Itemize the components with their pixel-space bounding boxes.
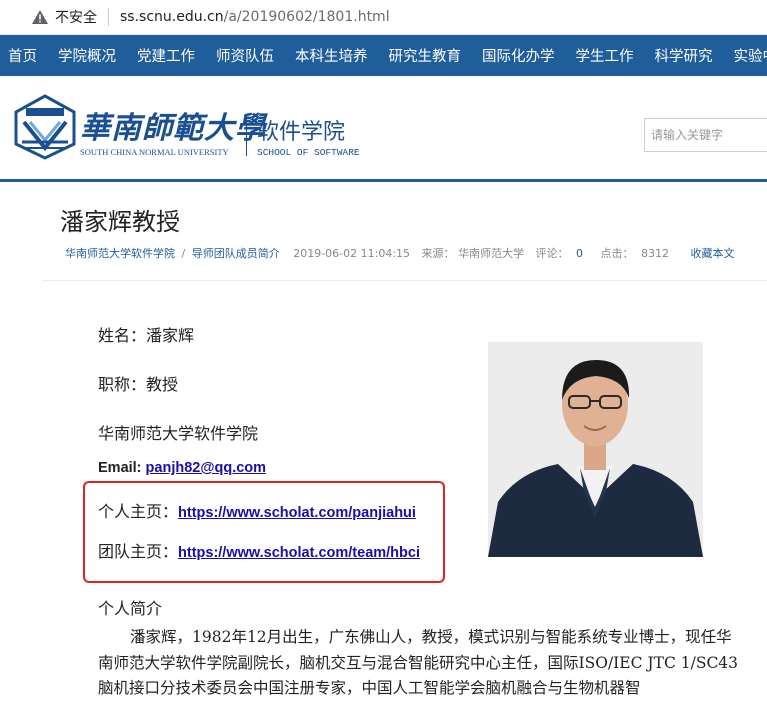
main-nav: 首页 学院概况 党建工作 师资队伍 本科生培养 研究生教育 国际化办学 学生工作… — [0, 35, 767, 76]
address-divider — [108, 8, 109, 26]
nav-item-about[interactable]: 学院概况 — [58, 45, 116, 66]
title-divider — [42, 280, 767, 281]
breadcrumb-school[interactable]: 华南师范大学软件学院 — [65, 247, 175, 260]
highlight-box — [83, 481, 445, 583]
bio-text: 潘家辉，1982年12月出生，广东佛山人，教授，模式识别与智能系统专业博士，现任… — [98, 628, 739, 697]
university-emblem-icon[interactable] — [12, 92, 78, 164]
warning-icon[interactable] — [31, 9, 49, 25]
nav-item-party[interactable]: 党建工作 — [137, 45, 195, 66]
comments-count[interactable]: 0 — [576, 247, 583, 260]
nav-item-graduate[interactable]: 研究生教育 — [389, 45, 462, 66]
nav-item-lab[interactable]: 实验中 — [734, 45, 767, 66]
article-meta: 华南师范大学软件学院 / 导师团队成员简介 2019-06-02 11:04:1… — [65, 245, 735, 261]
page-title: 潘家辉教授 — [60, 208, 180, 236]
affiliation-line: 华南师范大学软件学院 — [98, 424, 259, 443]
school-name-en: SCHOOL OF SOFTWARE — [257, 147, 360, 158]
clicks-count: 8312 — [641, 247, 670, 260]
address-bar[interactable]: 不安全 ss.scnu.edu.cn/a/20190602/1801.html — [0, 0, 767, 35]
bio-heading: 个人简介 — [98, 599, 163, 618]
url-text[interactable]: ss.scnu.edu.cn/a/20190602/1801.html — [120, 9, 390, 25]
profile-photo — [488, 342, 703, 557]
article-datetime: 2019-06-02 11:04:15 — [293, 247, 411, 260]
source-label: 来源： — [421, 247, 455, 260]
school-name-cn: 软件学院 — [257, 120, 346, 145]
comments-label: 评论： — [535, 247, 569, 260]
email-link[interactable]: panjh82@qq.com — [146, 460, 267, 476]
nav-item-undergrad[interactable]: 本科生培养 — [295, 45, 368, 66]
nav-item-faculty[interactable]: 师资队伍 — [216, 45, 274, 66]
nav-item-research[interactable]: 科学研究 — [655, 45, 713, 66]
nav-item-international[interactable]: 国际化办学 — [482, 45, 555, 66]
article-source: 华南师范大学 — [458, 247, 525, 260]
nav-item-home[interactable]: 首页 — [8, 45, 37, 66]
security-label[interactable]: 不安全 — [55, 7, 97, 27]
site-header: 華南師範大學 SOUTH CHINA NORMAL UNIVERSITY 软件学… — [0, 76, 767, 182]
header-divider — [246, 116, 247, 156]
title-line: 职称：教授 — [98, 375, 179, 394]
email-line: Email: panjh82@qq.com — [98, 460, 266, 476]
search-input[interactable] — [644, 118, 767, 152]
favorite-link[interactable]: 收藏本文 — [691, 247, 735, 260]
university-name-en: SOUTH CHINA NORMAL UNIVERSITY — [80, 147, 229, 157]
breadcrumb-separator: / — [181, 247, 186, 260]
university-name-cn: 華南師範大學 — [80, 111, 266, 146]
nav-item-students[interactable]: 学生工作 — [576, 45, 634, 66]
name-line: 姓名：潘家辉 — [98, 326, 195, 345]
url-host: ss.scnu.edu.cn — [120, 9, 224, 25]
breadcrumb-category[interactable]: 导师团队成员简介 — [192, 247, 280, 260]
clicks-label: 点击： — [600, 247, 634, 260]
url-path: /a/20190602/1801.html — [223, 9, 390, 25]
email-label: Email: — [98, 460, 146, 476]
